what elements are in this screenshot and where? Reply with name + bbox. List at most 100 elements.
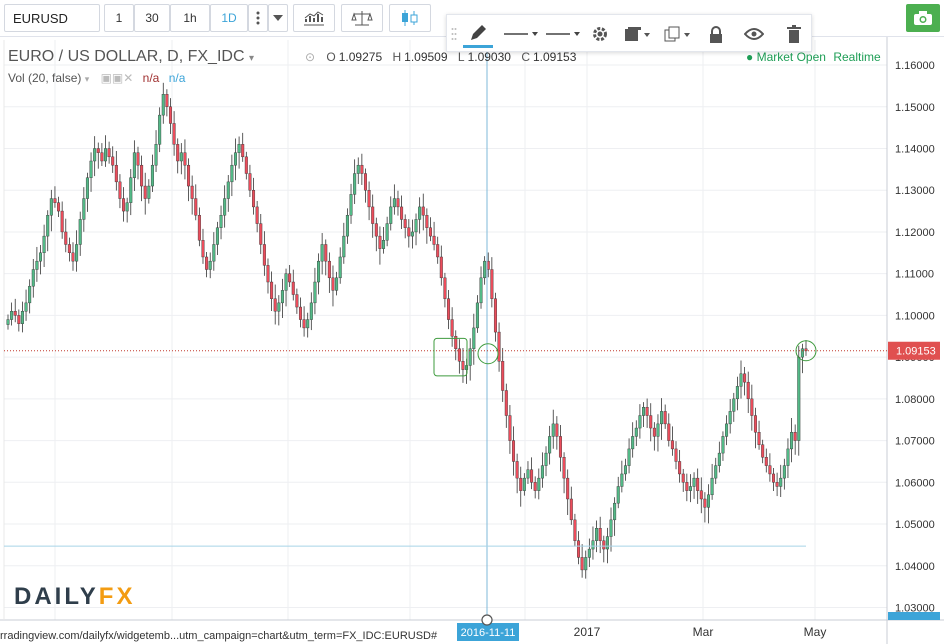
- candle-body: [118, 181, 122, 199]
- candle-body: [688, 486, 692, 491]
- price-chart[interactable]: 1.16000 1.15000 1.14000 1.13000 1.12000 1.110…: [0, 37, 944, 644]
- low-value: 1.09030: [467, 50, 511, 64]
- line-style-icon[interactable]: [501, 21, 541, 47]
- candle-body: [208, 260, 212, 270]
- candle-body: [483, 260, 487, 279]
- interval-30-button[interactable]: 30: [134, 4, 170, 32]
- candle-body: [595, 528, 599, 541]
- chart-legend: EURO / US DOLLAR, D, FX_IDC ▾: [8, 48, 254, 68]
- candle-body: [519, 477, 523, 491]
- candle-style-icon[interactable]: [389, 4, 431, 32]
- candle-body: [508, 415, 512, 441]
- candle-body: [150, 164, 154, 187]
- candle-body: [443, 277, 447, 299]
- interval-1-button[interactable]: 1: [104, 4, 134, 32]
- candle-body: [544, 452, 548, 466]
- candle-body: [103, 148, 107, 162]
- candle-body: [252, 190, 256, 208]
- candle-body: [652, 427, 656, 437]
- candle-body: [786, 448, 790, 466]
- candle-body: [309, 302, 313, 320]
- candle-body: [147, 185, 151, 199]
- y-tick-label: 1.07000: [895, 436, 935, 448]
- drawing-toolbar: [446, 14, 812, 52]
- candle-body: [598, 528, 602, 541]
- y-tick-label: 1.15000: [895, 102, 935, 114]
- camera-icon[interactable]: [906, 4, 940, 32]
- y-tick-label: 1.13000: [895, 185, 935, 197]
- candle-body: [670, 440, 674, 450]
- candle-body: [89, 160, 93, 178]
- eye-icon[interactable]: [741, 21, 767, 47]
- volume-dropdown-icon[interactable]: ▾: [85, 74, 90, 84]
- clone-icon[interactable]: [661, 21, 695, 47]
- candle-body: [42, 235, 46, 254]
- candle-body: [248, 173, 252, 191]
- y-tick-label: 1.16000: [895, 60, 935, 72]
- candle-body: [569, 498, 573, 521]
- more-vert-icon[interactable]: [248, 4, 268, 32]
- status-dot-icon: ●: [746, 50, 754, 64]
- candle-body: [447, 298, 451, 320]
- candle-body: [800, 348, 804, 358]
- candle-body: [425, 215, 429, 228]
- candle-body: [605, 536, 609, 550]
- candle-body: [233, 152, 237, 166]
- interval-1d-button[interactable]: 1D: [210, 4, 248, 32]
- candle-body: [587, 548, 591, 558]
- template-icon[interactable]: [621, 21, 655, 47]
- candle-body: [342, 235, 346, 258]
- interval-1h-button[interactable]: 1h: [170, 4, 210, 32]
- candle-body: [13, 311, 17, 316]
- candle-body: [475, 302, 479, 329]
- dropdown-arrow-icon[interactable]: [268, 4, 288, 32]
- lock-icon[interactable]: [703, 21, 729, 47]
- line-width-icon[interactable]: [543, 21, 583, 47]
- settings-small-icon[interactable]: ⊙: [305, 50, 315, 64]
- candle-body: [782, 465, 786, 479]
- candle-body: [490, 269, 494, 299]
- compare-icon[interactable]: [341, 4, 383, 32]
- candle-body: [226, 181, 230, 199]
- symbol-input[interactable]: EURUSD: [4, 4, 100, 32]
- market-open-label: Market Open: [756, 50, 826, 64]
- candle-body: [237, 144, 241, 153]
- drag-handle-icon[interactable]: [449, 21, 459, 47]
- volume-value-2: n/a: [168, 71, 186, 85]
- candle-body: [262, 244, 266, 266]
- pencil-icon[interactable]: [463, 21, 493, 48]
- volume-tool-icons[interactable]: ▣▣✕: [101, 71, 134, 85]
- candle-body: [609, 519, 613, 537]
- series-dropdown-icon[interactable]: ▾: [249, 53, 254, 64]
- candle-body: [17, 315, 21, 324]
- candle-body: [602, 540, 606, 550]
- candle-body: [385, 223, 389, 241]
- candle-body: [291, 281, 295, 295]
- candle-body: [551, 423, 555, 437]
- settings-gear-icon[interactable]: [587, 21, 613, 47]
- candle-body: [793, 432, 797, 441]
- candle-body: [461, 361, 465, 370]
- candle-body: [100, 152, 104, 162]
- candle-body: [363, 173, 367, 191]
- candle-body: [270, 281, 274, 299]
- candle-body: [129, 177, 133, 203]
- candle-body: [302, 319, 306, 329]
- candle-body: [96, 148, 100, 153]
- indicators-icon[interactable]: [293, 4, 335, 32]
- trash-icon[interactable]: [781, 21, 807, 47]
- price-axis-stub: [888, 612, 940, 620]
- candle-body: [67, 244, 71, 254]
- candle-body: [649, 415, 653, 429]
- time-handle-icon[interactable]: [481, 614, 493, 626]
- candle-body: [580, 557, 584, 571]
- candle-body: [707, 494, 711, 508]
- candle-body: [64, 231, 68, 245]
- candle-body: [573, 519, 577, 541]
- candle-body: [367, 190, 371, 208]
- candle-body: [732, 398, 736, 412]
- candle-body: [432, 235, 436, 245]
- y-tick-label: 1.14000: [895, 143, 935, 155]
- candle-body: [20, 311, 24, 324]
- candle-body: [616, 486, 620, 504]
